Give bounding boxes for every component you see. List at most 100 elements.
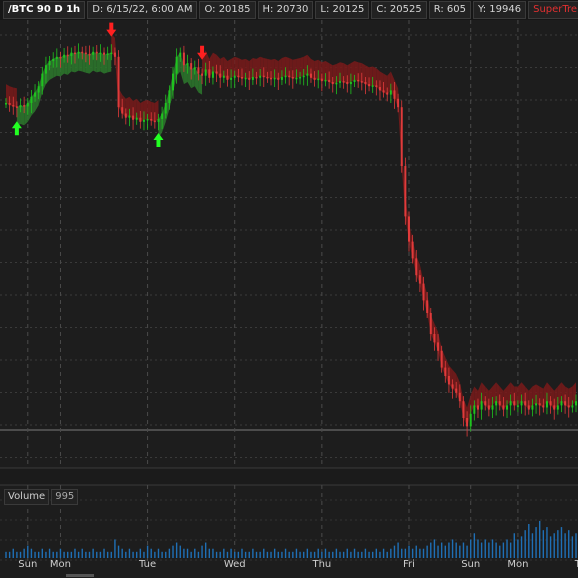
volume-bar (419, 548, 421, 558)
candle-body (418, 275, 421, 284)
candle-body (233, 75, 236, 78)
candle-body (313, 77, 316, 80)
candle-body (516, 405, 519, 407)
volume-bar (531, 533, 534, 558)
candle-body (197, 67, 200, 74)
candle-body (400, 107, 403, 166)
candle-body (19, 105, 22, 108)
candle-body (389, 90, 392, 95)
volume-bar (440, 542, 443, 558)
volume-bar (538, 520, 541, 558)
volume-bar (103, 548, 105, 558)
volume-bar (553, 533, 555, 558)
candle-body (84, 52, 87, 55)
supertrend-band (256, 56, 261, 78)
supertrend-band (56, 56, 61, 77)
supertrend-band (267, 58, 272, 79)
volume-bar (295, 548, 298, 558)
candle-body (63, 54, 66, 58)
candle-body (415, 258, 418, 276)
candle-body (266, 76, 269, 79)
candle-body (244, 77, 247, 80)
volume-bar (499, 545, 501, 558)
supertrend-band (249, 58, 253, 80)
volume-bar (422, 548, 425, 558)
candle-body (295, 77, 298, 80)
candle-body (26, 103, 29, 107)
candle-body (255, 76, 258, 79)
volume-bar (455, 542, 457, 558)
supertrend-band (303, 54, 308, 76)
supertrend-band (271, 58, 275, 79)
volume-bar (564, 533, 566, 558)
candle-body (226, 75, 229, 80)
candle-body (142, 119, 145, 122)
price-chart[interactable] (0, 20, 578, 578)
volume-bar (571, 536, 574, 558)
volume-bar (393, 545, 396, 558)
candle-body (564, 401, 567, 406)
supertrend-band (183, 63, 188, 85)
volume-bar (430, 542, 432, 558)
candle-body (360, 81, 363, 83)
volume-bar (466, 545, 468, 558)
volume-bar (74, 548, 76, 558)
candle-body (157, 118, 160, 122)
supertrend-band (289, 58, 293, 79)
volume-bar (415, 545, 417, 558)
candle-body (30, 96, 33, 103)
candle-body (99, 52, 102, 55)
indicator-label[interactable]: SuperTrendClassic (2.0, 5, no, yes) (528, 1, 578, 19)
candle-body (103, 52, 106, 55)
chart-area[interactable] (0, 20, 578, 578)
candle-body (342, 81, 345, 83)
volume-bar (41, 548, 44, 558)
candle-body (8, 103, 11, 106)
candle-body (34, 92, 37, 97)
supertrend-band (296, 58, 301, 78)
candle-body (462, 401, 465, 418)
candle-body (259, 75, 262, 78)
candle-body (349, 82, 352, 85)
candle-body (437, 342, 440, 351)
supertrend-band (245, 58, 250, 80)
volume-label[interactable]: Volume (4, 489, 50, 505)
volume-bar (411, 548, 414, 558)
chart-header: /BTC 90 D 1h D: 6/15/22, 6:00 AM O: 2018… (0, 0, 578, 21)
candle-body (12, 105, 15, 107)
volume-bar (284, 548, 287, 558)
candle-body (509, 401, 512, 406)
time-scrollbar[interactable] (66, 574, 94, 577)
volume-bar (528, 523, 530, 558)
supertrend-band (241, 58, 246, 79)
candle-body (378, 87, 381, 91)
candle-body (353, 79, 356, 82)
candle-body (70, 52, 73, 56)
volume-bar (444, 545, 446, 558)
x-tick-label: Mon (507, 559, 529, 570)
candle-body (513, 401, 516, 406)
volume-bar (488, 542, 490, 558)
supertrend-band (358, 62, 362, 82)
volume-bar (12, 548, 14, 558)
supertrend-band (231, 56, 235, 78)
candle-body (106, 53, 109, 55)
candle-body (44, 65, 47, 74)
volume-bar (462, 542, 465, 558)
candle-body (186, 63, 189, 66)
candle-body (222, 75, 225, 78)
supertrend-band (300, 56, 304, 77)
supertrend-band (314, 59, 319, 80)
candle-body (531, 405, 534, 410)
candle-body (357, 79, 360, 82)
volume-bar (535, 527, 537, 558)
symbol-label[interactable]: /BTC 90 D 1h (3, 1, 86, 19)
candle-body (37, 86, 40, 93)
candle-body (5, 103, 7, 105)
candle-body (560, 401, 563, 406)
volume-bar (186, 548, 189, 558)
candle-body (182, 52, 185, 66)
volume-bar (241, 548, 243, 558)
supertrend-band (278, 58, 282, 80)
open-readout: O: 20185 (199, 1, 256, 19)
